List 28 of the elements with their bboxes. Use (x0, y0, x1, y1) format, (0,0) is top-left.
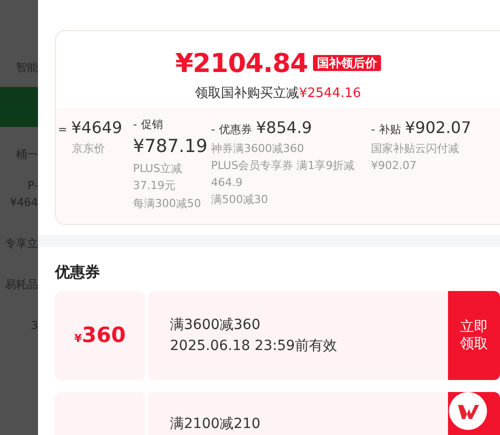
note-text: 国家补贴云闪付减¥902.07 (371, 141, 460, 174)
operator-text: - (133, 116, 137, 132)
operator-text: - (211, 122, 215, 138)
operator-text: = (58, 122, 68, 138)
amount-text: ¥4649 (71, 116, 122, 138)
label-text: 促销 (140, 116, 163, 132)
final-price: ¥2104.84 (175, 49, 308, 79)
section-title: 优惠券 (55, 262, 101, 283)
coupon-validity: 2025.06.18 23:59前有效 (170, 336, 338, 356)
note-text: 满500减30 (211, 192, 269, 208)
note-text: PLUS会员专享券 满1享9折减464.9 (211, 158, 356, 192)
coupon-value: ¥360 (74, 322, 126, 349)
operator-text: - (371, 122, 375, 138)
label-text: 优惠券 (218, 122, 252, 138)
coupon-condition: 满3600减360 (170, 316, 262, 335)
note-text: 每满300减50 (133, 196, 202, 212)
note-text: 神券满3600减360 (211, 141, 305, 158)
coupon-condition: 满2100减210 (170, 415, 262, 434)
amount-text: ¥854.9 (256, 116, 312, 138)
label-text: 补贴 (378, 122, 401, 138)
amount-text: ¥902.07 (404, 116, 472, 138)
note-text: PLUS立减37.19元 (133, 161, 184, 194)
claim-button[interactable]: 立即领取 (448, 291, 500, 380)
floating-logo-icon[interactable] (449, 392, 487, 430)
amount-text: ¥787.19 (133, 134, 208, 159)
price-tag: 国补领后价 (312, 55, 381, 71)
saving-text: 领取国补购买立减¥2544.16 (194, 85, 362, 103)
note-text: 京东价 (71, 141, 106, 158)
